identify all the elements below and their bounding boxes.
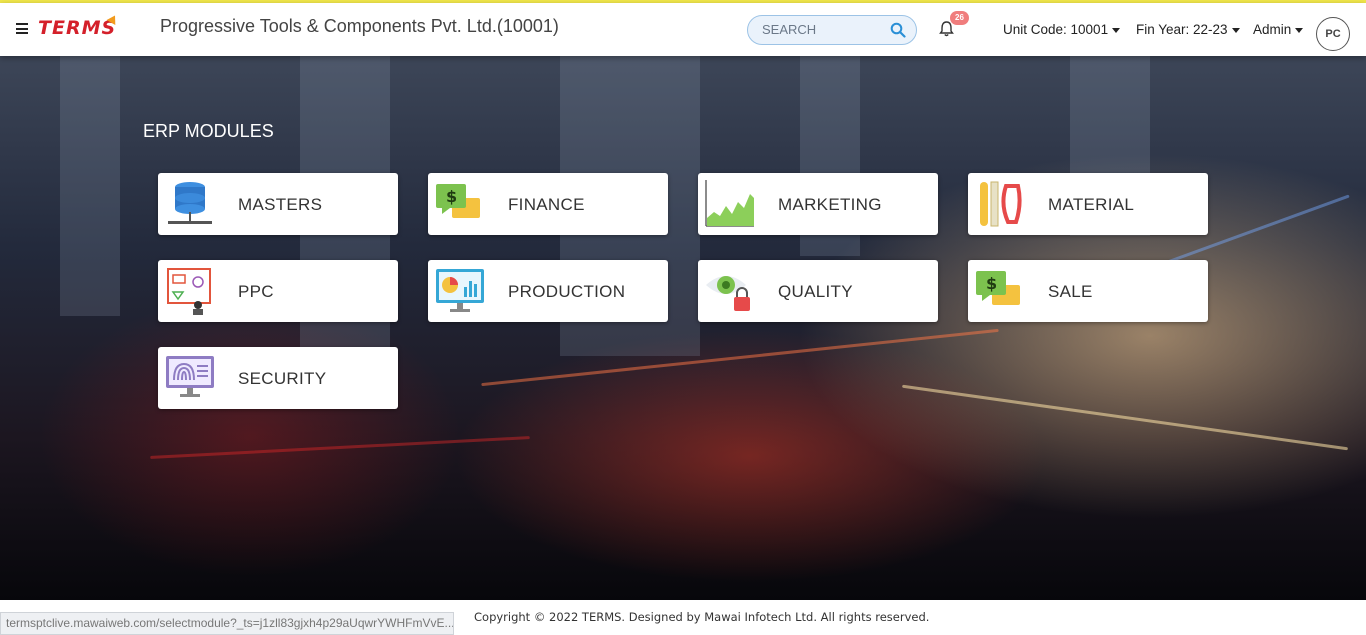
module-card-marketing[interactable]: MARKETING [698, 173, 938, 235]
search-input[interactable] [762, 22, 882, 37]
browser-status-url: termsptclive.mawaiweb.com/selectmodule?_… [0, 612, 454, 635]
database-icon [168, 182, 212, 224]
copyright-text: Copyright © 2022 TERMS. Designed by Mawa… [474, 610, 930, 624]
material-tools-icon [980, 181, 1022, 227]
svg-text:$: $ [446, 187, 457, 206]
module-label: MASTERS [238, 195, 323, 214]
avatar[interactable]: PC [1316, 17, 1350, 51]
company-name: Progressive Tools & Components Pvt. Ltd.… [160, 16, 559, 36]
unit-code-label: Unit Code: 10001 [1003, 22, 1109, 37]
finance-chat-icon: $ [436, 184, 480, 218]
module-label: PPC [238, 282, 274, 301]
module-card-ppc[interactable]: PPC [158, 260, 398, 322]
module-card-security[interactable]: SECURITY [158, 347, 398, 409]
production-monitor-icon [436, 269, 484, 312]
user-label: Admin [1253, 22, 1292, 37]
unit-code-dropdown[interactable]: Unit Code: 10001 [1003, 22, 1121, 37]
module-label: SECURITY [238, 369, 327, 388]
chevron-down-icon [1231, 27, 1240, 33]
section-title: ERP MODULES [143, 121, 274, 141]
chevron-down-icon [1112, 27, 1121, 33]
search-icon[interactable] [890, 22, 906, 38]
module-card-production[interactable]: PRODUCTION [428, 260, 668, 322]
module-card-sale[interactable]: $ SALE [968, 260, 1208, 322]
module-card-material[interactable]: MATERIAL [968, 173, 1208, 235]
user-dropdown[interactable]: Admin [1253, 22, 1304, 37]
chevron-down-icon [1295, 27, 1304, 33]
search-box[interactable] [747, 15, 917, 45]
terms-logo[interactable]: TERMS [38, 17, 116, 39]
module-card-quality[interactable]: QUALITY [698, 260, 938, 322]
module-label: QUALITY [778, 282, 853, 301]
planning-board-icon [167, 268, 211, 315]
area-chart-icon [705, 180, 754, 227]
module-label: PRODUCTION [508, 282, 626, 301]
sale-chat-icon: $ [976, 271, 1020, 305]
fin-year-label: Fin Year: 22-23 [1136, 22, 1228, 37]
svg-text:$: $ [986, 274, 997, 293]
fingerprint-monitor-icon [166, 356, 214, 397]
module-card-masters[interactable]: MASTERS [158, 173, 398, 235]
module-label: MATERIAL [1048, 195, 1135, 214]
module-label: MARKETING [778, 195, 882, 214]
module-label: SALE [1048, 282, 1093, 301]
module-label: FINANCE [508, 195, 585, 214]
fin-year-dropdown[interactable]: Fin Year: 22-23 [1136, 22, 1240, 37]
hamburger-menu-icon[interactable] [16, 23, 28, 34]
module-card-finance[interactable]: $ FINANCE [428, 173, 668, 235]
notification-badge: 26 [950, 11, 969, 25]
top-header: TERMS Progressive Tools & Components Pvt… [0, 3, 1366, 56]
eye-lock-icon [706, 276, 750, 311]
